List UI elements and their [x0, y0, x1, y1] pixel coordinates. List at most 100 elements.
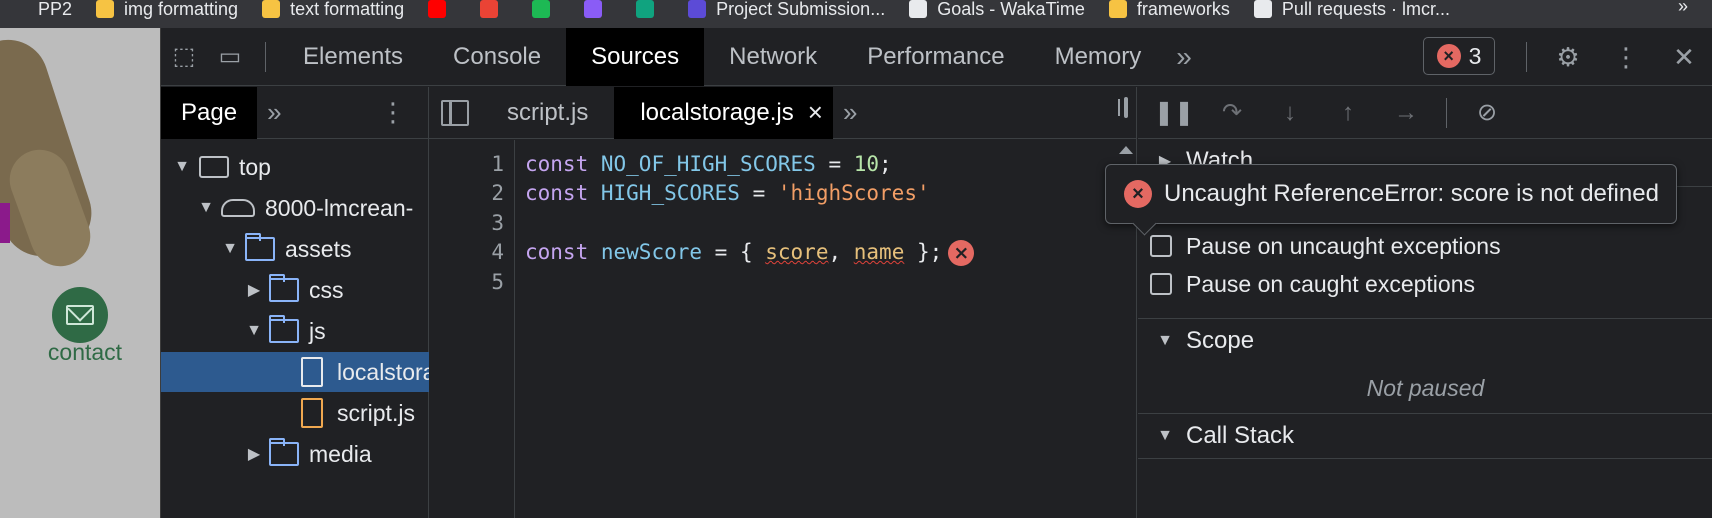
step-over-icon[interactable]: ↷ — [1214, 95, 1250, 131]
navigator-header: Page » ⋮ — [161, 86, 428, 139]
close-icon[interactable]: ✕ — [1655, 34, 1712, 80]
line-number[interactable]: 2 — [464, 181, 504, 205]
editor-tab-script[interactable]: script.js — [481, 87, 614, 139]
toggle-navigator-button[interactable] — [429, 87, 481, 139]
toolbar-divider — [1526, 42, 1527, 72]
line-gutter: 1 2 3 4 5 — [429, 140, 515, 518]
editor-tab-localstorage[interactable]: localstorage.js × — [614, 86, 833, 139]
inline-error-icon[interactable]: × — [948, 240, 975, 266]
bookmark-item[interactable]: Goals - WakaTime — [899, 0, 1099, 23]
line-number[interactable]: 4 — [464, 240, 504, 264]
tab-page[interactable]: Page — [161, 86, 258, 139]
section-title: Scope — [1186, 327, 1255, 354]
navigator-menu-icon[interactable]: ⋮ — [380, 97, 406, 128]
operator: = { — [702, 240, 766, 264]
bookmark-favicon-icon — [909, 0, 928, 18]
pause-icon[interactable]: ❚❚ — [1154, 95, 1194, 131]
tab-network[interactable]: Network — [704, 28, 842, 86]
pause-caught-checkbox[interactable] — [1150, 273, 1172, 295]
line-number[interactable]: 5 — [464, 270, 504, 294]
collapsed-triangle-icon: ▶ — [247, 446, 261, 463]
bookmark-favicon-icon — [262, 0, 281, 18]
line-number[interactable]: 3 — [464, 211, 504, 235]
tab-memory[interactable]: Memory — [1030, 28, 1167, 86]
bookmark-item[interactable]: img formatting — [86, 0, 252, 23]
more-tabs-icon[interactable]: » — [1166, 41, 1196, 73]
device-toolbar-icon[interactable]: ▭ — [207, 34, 253, 80]
bookmark-favicon-icon — [10, 0, 28, 18]
code-editor: script.js localstorage.js × » 1 2 3 4 5 … — [429, 86, 1137, 518]
bookmark-label: Project Submission... — [716, 0, 886, 19]
bookmark-item[interactable] — [470, 0, 522, 23]
tree-item-assets[interactable]: ▼ assets — [161, 229, 429, 269]
step-into-icon[interactable]: ↓ — [1272, 95, 1308, 131]
tree-item-top[interactable]: ▼ top — [161, 147, 429, 187]
step-out-icon[interactable]: ↑ — [1330, 95, 1366, 131]
devtools-panel: ⬚ ▭ Elements Console Sources Network Per… — [160, 27, 1712, 518]
bookmark-item[interactable] — [418, 0, 470, 23]
more-navigator-tabs-icon[interactable]: » — [267, 97, 282, 128]
pause-caught-row[interactable]: Pause on caught exceptions — [1138, 265, 1712, 303]
bookmark-item[interactable] — [574, 0, 626, 23]
bookmarks-overflow-icon[interactable]: » — [1678, 0, 1688, 17]
scroll-illustration-mark — [0, 203, 10, 243]
identifier: newScore — [600, 240, 703, 264]
tree-item-script[interactable]: script.js — [161, 393, 429, 433]
devtools-actions: ⚙ ⋮ ✕ — [1514, 28, 1712, 86]
not-paused-message: Not paused — [1366, 374, 1485, 401]
operator: = — [739, 181, 778, 205]
tree-item-label: css — [309, 276, 344, 303]
line-number[interactable]: 1 — [464, 152, 504, 176]
call-stack-header[interactable]: ▼ Call Stack — [1138, 414, 1712, 458]
close-tab-icon[interactable]: × — [808, 97, 823, 128]
toolbar-divider — [1446, 97, 1447, 128]
tree-item-label: script.js — [337, 399, 415, 426]
more-editor-tabs-icon[interactable]: » — [843, 97, 858, 128]
error-identifier: name — [853, 240, 905, 264]
contact-label[interactable]: contact — [30, 339, 140, 366]
step-icon[interactable]: → — [1388, 95, 1424, 131]
scroll-up-arrow-icon[interactable] — [1119, 146, 1133, 154]
folder-icon — [268, 315, 299, 343]
bookmark-favicon-icon — [428, 0, 447, 18]
tree-item-css[interactable]: ▶ css — [161, 270, 429, 310]
file-icon — [301, 357, 323, 387]
folder-icon — [268, 274, 299, 302]
contact-button[interactable] — [52, 287, 108, 343]
punctuation: ; — [879, 152, 892, 176]
bookmark-item[interactable]: frameworks — [1099, 0, 1244, 23]
bookmark-item[interactable] — [522, 0, 574, 23]
tree-item-origin[interactable]: ▼ 8000-lmcrean- — [161, 188, 429, 228]
settings-gear-icon[interactable]: ⚙ — [1539, 34, 1597, 80]
bookmark-favicon-icon — [584, 0, 603, 18]
deactivate-breakpoints-icon[interactable]: ⊘ — [1469, 95, 1505, 131]
kebab-menu-icon[interactable]: ⋮ — [1597, 34, 1655, 80]
error-count-badge[interactable]: × 3 — [1423, 37, 1495, 75]
toggle-debugger-button[interactable] — [1124, 97, 1128, 118]
error-tooltip: × Uncaught ReferenceError: score is not … — [1105, 164, 1677, 224]
checkbox-label: Pause on uncaught exceptions — [1186, 232, 1501, 259]
bookmark-item[interactable]: text formatting — [252, 0, 418, 23]
pause-uncaught-row[interactable]: Pause on uncaught exceptions — [1138, 227, 1712, 265]
inspect-element-icon[interactable]: ⬚ — [161, 34, 207, 80]
bookmark-label: text formatting — [290, 0, 405, 19]
pause-uncaught-checkbox[interactable] — [1150, 235, 1172, 257]
bookmark-item[interactable]: Project Submission... — [678, 0, 899, 23]
folder-icon — [268, 438, 299, 466]
bookmark-item[interactable] — [626, 0, 678, 23]
tab-elements[interactable]: Elements — [278, 28, 428, 86]
code-area[interactable]: 1 2 3 4 5 const NO_OF_HIGH_SCORES = 10; … — [429, 140, 1137, 518]
tree-item-localstorage[interactable]: localstorage.js — [161, 352, 429, 392]
operator: = — [815, 152, 854, 176]
bookmark-item[interactable]: PP2 — [0, 0, 86, 23]
tab-sources[interactable]: Sources — [566, 27, 705, 86]
scope-header[interactable]: ▼ Scope — [1138, 319, 1712, 363]
debugger-sidebar: ❚❚ ↷ ↓ ↑ → ⊘ ▶ Watch Pause on uncaught e… — [1138, 87, 1712, 518]
tab-performance[interactable]: Performance — [842, 28, 1029, 86]
folder-icon — [244, 233, 275, 261]
code-line-2: const HIGH_SCORES = 'highScores' — [525, 181, 930, 205]
bookmark-item[interactable]: Pull requests · lmcr... — [1244, 0, 1464, 23]
tree-item-js[interactable]: ▼ js — [161, 311, 429, 351]
tree-item-media[interactable]: ▶ media — [161, 434, 429, 474]
tab-console[interactable]: Console — [428, 28, 566, 86]
